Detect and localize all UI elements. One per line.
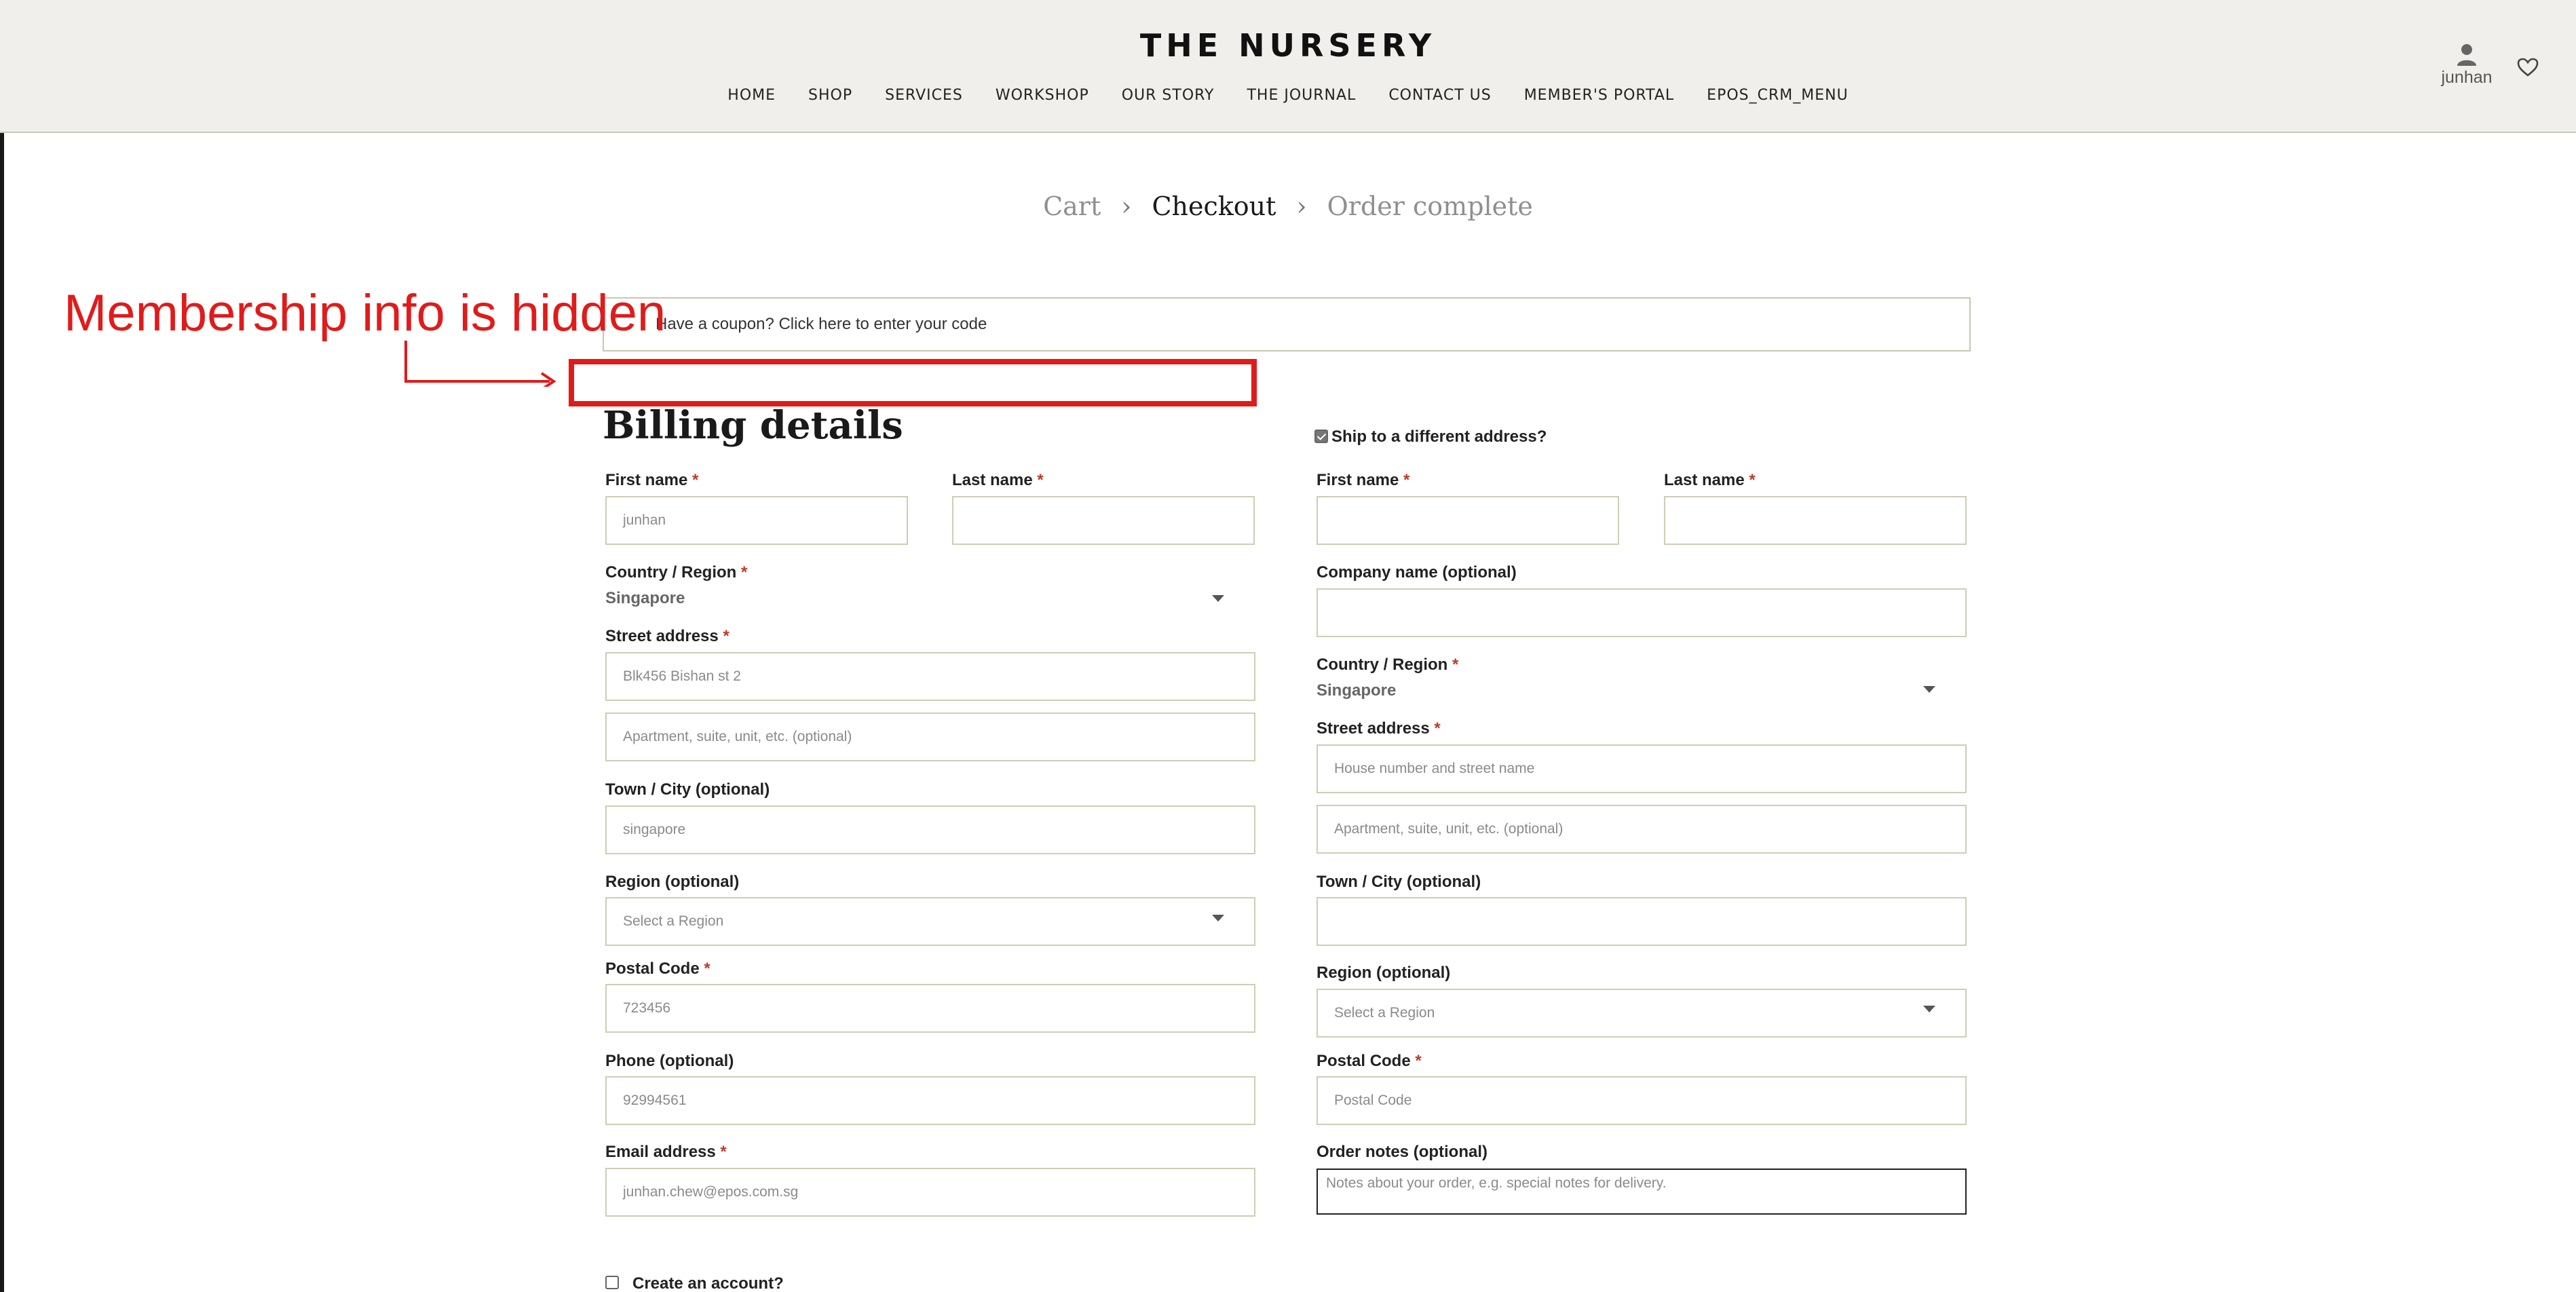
nav-our-story[interactable]: OUR STORY [1122, 87, 1215, 104]
shipping-country-select[interactable]: Singapore [1317, 681, 1396, 700]
create-account-checkbox[interactable] [605, 1276, 619, 1289]
create-account-label[interactable]: Create an account? [632, 1274, 784, 1292]
billing-phone-label: Phone (optional) [605, 1052, 734, 1070]
annotation-highlight-box [569, 359, 1257, 406]
shipping-postal-input[interactable]: Postal Code [1317, 1076, 1967, 1125]
order-notes-label: Order notes (optional) [1317, 1143, 1488, 1161]
shipping-city-label: Town / City (optional) [1317, 873, 1481, 891]
chevron-down-icon[interactable] [1212, 595, 1224, 602]
chevron-down-icon[interactable] [1923, 686, 1935, 693]
nav-services[interactable]: SERVICES [885, 87, 963, 104]
site-logo[interactable]: THE NURSERY [0, 27, 2576, 64]
coupon-notice[interactable]: Have a coupon? Click here to enter your … [603, 297, 1971, 352]
shipping-last-name-input[interactable] [1664, 496, 1967, 545]
shipping-first-name-label: First name * [1317, 471, 1410, 489]
step-order-complete: Order complete [1327, 191, 1533, 221]
shipping-company-label: Company name (optional) [1317, 563, 1517, 582]
nav-members-portal[interactable]: MEMBER'S PORTAL [1524, 87, 1674, 104]
billing-email-input[interactable]: junhan.chew@epos.com.sg [605, 1168, 1255, 1217]
billing-region-label: Region (optional) [605, 873, 740, 891]
billing-street-label: Street address * [605, 627, 730, 645]
nav-workshop[interactable]: WORKSHOP [996, 87, 1089, 104]
shipping-city-input[interactable] [1317, 897, 1967, 946]
ship-different-label[interactable]: Ship to a different address? [1331, 428, 1547, 446]
chevron-down-icon[interactable] [1923, 1006, 1935, 1012]
shipping-region-select[interactable]: Select a Region [1317, 989, 1967, 1038]
shipping-street-input[interactable]: House number and street name [1317, 744, 1967, 793]
step-checkout: Checkout [1152, 191, 1276, 221]
billing-postal-label: Postal Code * [605, 960, 711, 978]
billing-country-label: Country / Region * [605, 563, 748, 582]
chevron-down-icon[interactable] [1212, 915, 1224, 922]
billing-country-select[interactable]: Singapore [605, 589, 685, 608]
billing-city-label: Town / City (optional) [605, 780, 770, 799]
billing-first-name-label: First name * [605, 471, 699, 489]
step-separator: › [1121, 191, 1132, 221]
shipping-last-name-label: Last name * [1664, 471, 1756, 489]
checkout-steps: Cart › Checkout › Order complete [0, 191, 2576, 221]
shipping-region-label: Region (optional) [1317, 964, 1451, 982]
billing-first-name-input[interactable]: junhan [605, 496, 908, 545]
shipping-postal-label: Postal Code * [1317, 1052, 1422, 1070]
site-header: THE NURSERY HOME SHOP SERVICES WORKSHOP … [0, 0, 2576, 133]
shipping-street-label: Street address * [1317, 719, 1441, 738]
nav-the-journal[interactable]: THE JOURNAL [1247, 87, 1356, 104]
order-notes-textarea[interactable]: Notes about your order, e.g. special not… [1317, 1168, 1967, 1215]
billing-email-label: Email address * [605, 1143, 727, 1161]
annotation-text: Membership info is hidden [64, 284, 666, 342]
billing-region-select[interactable]: Select a Region [605, 897, 1255, 946]
main-nav: HOME SHOP SERVICES WORKSHOP OUR STORY TH… [0, 87, 2576, 104]
billing-last-name-label: Last name * [952, 471, 1044, 489]
nav-epos-crm-menu[interactable]: EPOS_CRM_MENU [1707, 87, 1849, 104]
nav-contact-us[interactable]: CONTACT US [1388, 87, 1491, 104]
billing-phone-input[interactable]: 92994561 [605, 1076, 1255, 1125]
billing-details-title: Billing details [603, 403, 903, 448]
ship-different-checkbox[interactable] [1314, 430, 1328, 443]
account-link[interactable]: junhan [2436, 43, 2497, 88]
billing-apartment-input[interactable]: Apartment, suite, unit, etc. (optional) [605, 712, 1255, 761]
step-cart[interactable]: Cart [1043, 191, 1101, 221]
shipping-country-label: Country / Region * [1317, 656, 1459, 674]
billing-last-name-input[interactable] [952, 496, 1255, 545]
nav-shop[interactable]: SHOP [808, 87, 852, 104]
heart-icon[interactable] [2516, 57, 2539, 77]
shipping-apartment-input[interactable]: Apartment, suite, unit, etc. (optional) [1317, 805, 1967, 854]
annotation-arrow-icon [404, 341, 556, 387]
account-name: junhan [2441, 68, 2493, 87]
billing-city-input[interactable]: singapore [605, 805, 1255, 854]
shipping-company-input[interactable] [1317, 588, 1967, 637]
billing-street-input[interactable]: Blk456 Bishan st 2 [605, 652, 1255, 701]
billing-postal-input[interactable]: 723456 [605, 984, 1255, 1033]
nav-home[interactable]: HOME [727, 87, 776, 104]
shipping-first-name-input[interactable] [1317, 496, 1619, 545]
user-icon [2457, 44, 2476, 66]
step-separator: › [1296, 191, 1307, 221]
